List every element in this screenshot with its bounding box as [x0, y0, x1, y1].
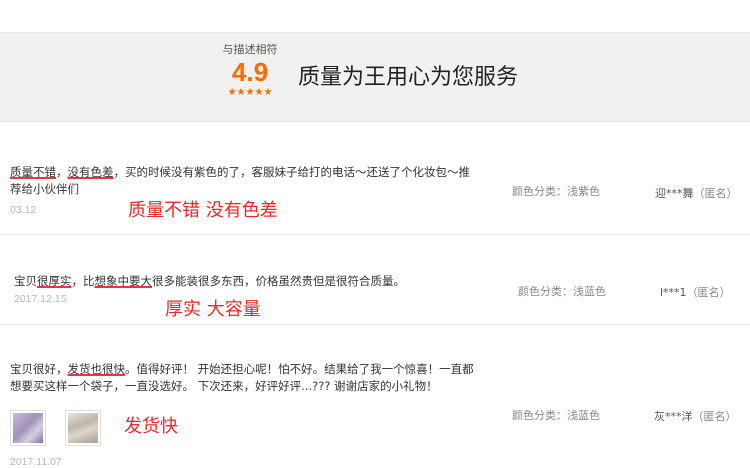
review-divider — [0, 324, 750, 325]
review-date: 03.12 — [10, 204, 37, 216]
review-annotation: 质量不错 没有色差 — [128, 200, 278, 221]
review-user-name: l***1 — [660, 286, 687, 299]
review-text: 质量不错，没有色差，买的时候没有紫色的了，客服妹子给打的电话～还送了个化妆包～推… — [10, 164, 480, 198]
review-divider — [0, 234, 750, 235]
rating-label: 与描述相符 — [222, 43, 278, 56]
rating-banner: 与描述相符 4.9 ★★★★★ 质量为王用心为您服务 — [0, 32, 750, 122]
review-photo-thumbnail[interactable] — [10, 410, 46, 446]
highlighted-phrase: 想象中要大 — [94, 274, 153, 288]
review-date: 2017.12.15 — [14, 293, 67, 305]
review-sku: 颜色分类：浅蓝色 — [518, 285, 606, 298]
review-anon-label: （匿名） — [686, 286, 731, 299]
review-text-segment: 宝贝很好， — [10, 362, 68, 376]
highlighted-phrase: 质量不错 — [10, 165, 56, 179]
review-text-segment: ，比 — [71, 274, 95, 288]
review-text: 宝贝很好，发货也很快。值得好评！ 开始还担心呢！怕不好。结果给了我一个惊喜！一直… — [10, 361, 476, 395]
review-anon-label: （匿名） — [693, 187, 738, 200]
review-sku: 颜色分类：浅紫色 — [512, 185, 600, 198]
review-username: l***1（匿名） — [660, 284, 731, 300]
review-photo-thumbnail[interactable] — [65, 410, 101, 446]
rating-block: 与描述相符 4.9 ★★★★★ — [210, 41, 290, 98]
review-username: 迎***舞（匿名） — [655, 185, 738, 201]
review-user-name: 迎***舞 — [655, 187, 694, 200]
rating-score: 4.9 — [231, 57, 269, 87]
review-anon-label: （匿名） — [692, 410, 737, 423]
highlighted-phrase: 很厚实 — [37, 274, 72, 288]
review-username: 灰***洋（匿名） — [654, 408, 737, 424]
review-text-segment: 很多能装很多东西，价格虽然贵但是很符合质量。 — [152, 274, 405, 288]
rating-stars-icon: ★★★★★ — [227, 87, 273, 98]
review-sku: 颜色分类：浅蓝色 — [512, 409, 600, 422]
review-annotation: 发货快 — [124, 416, 178, 437]
review-annotation: 厚实 大容量 — [165, 299, 261, 320]
review-text-segment: 宝贝 — [14, 274, 37, 288]
review-date: 2017.11.07 — [10, 456, 62, 468]
highlighted-phrase: 发货也很快 — [67, 362, 126, 376]
highlighted-phrase: 没有色差 — [67, 165, 114, 179]
review-text: 宝贝很厚实，比想象中要大很多能装很多东西，价格虽然贵但是很符合质量。 — [14, 273, 484, 290]
banner-slogan: 质量为王用心为您服务 — [298, 65, 519, 90]
review-user-name: 灰***洋 — [654, 410, 693, 423]
review-text-segment: ， — [56, 165, 68, 179]
